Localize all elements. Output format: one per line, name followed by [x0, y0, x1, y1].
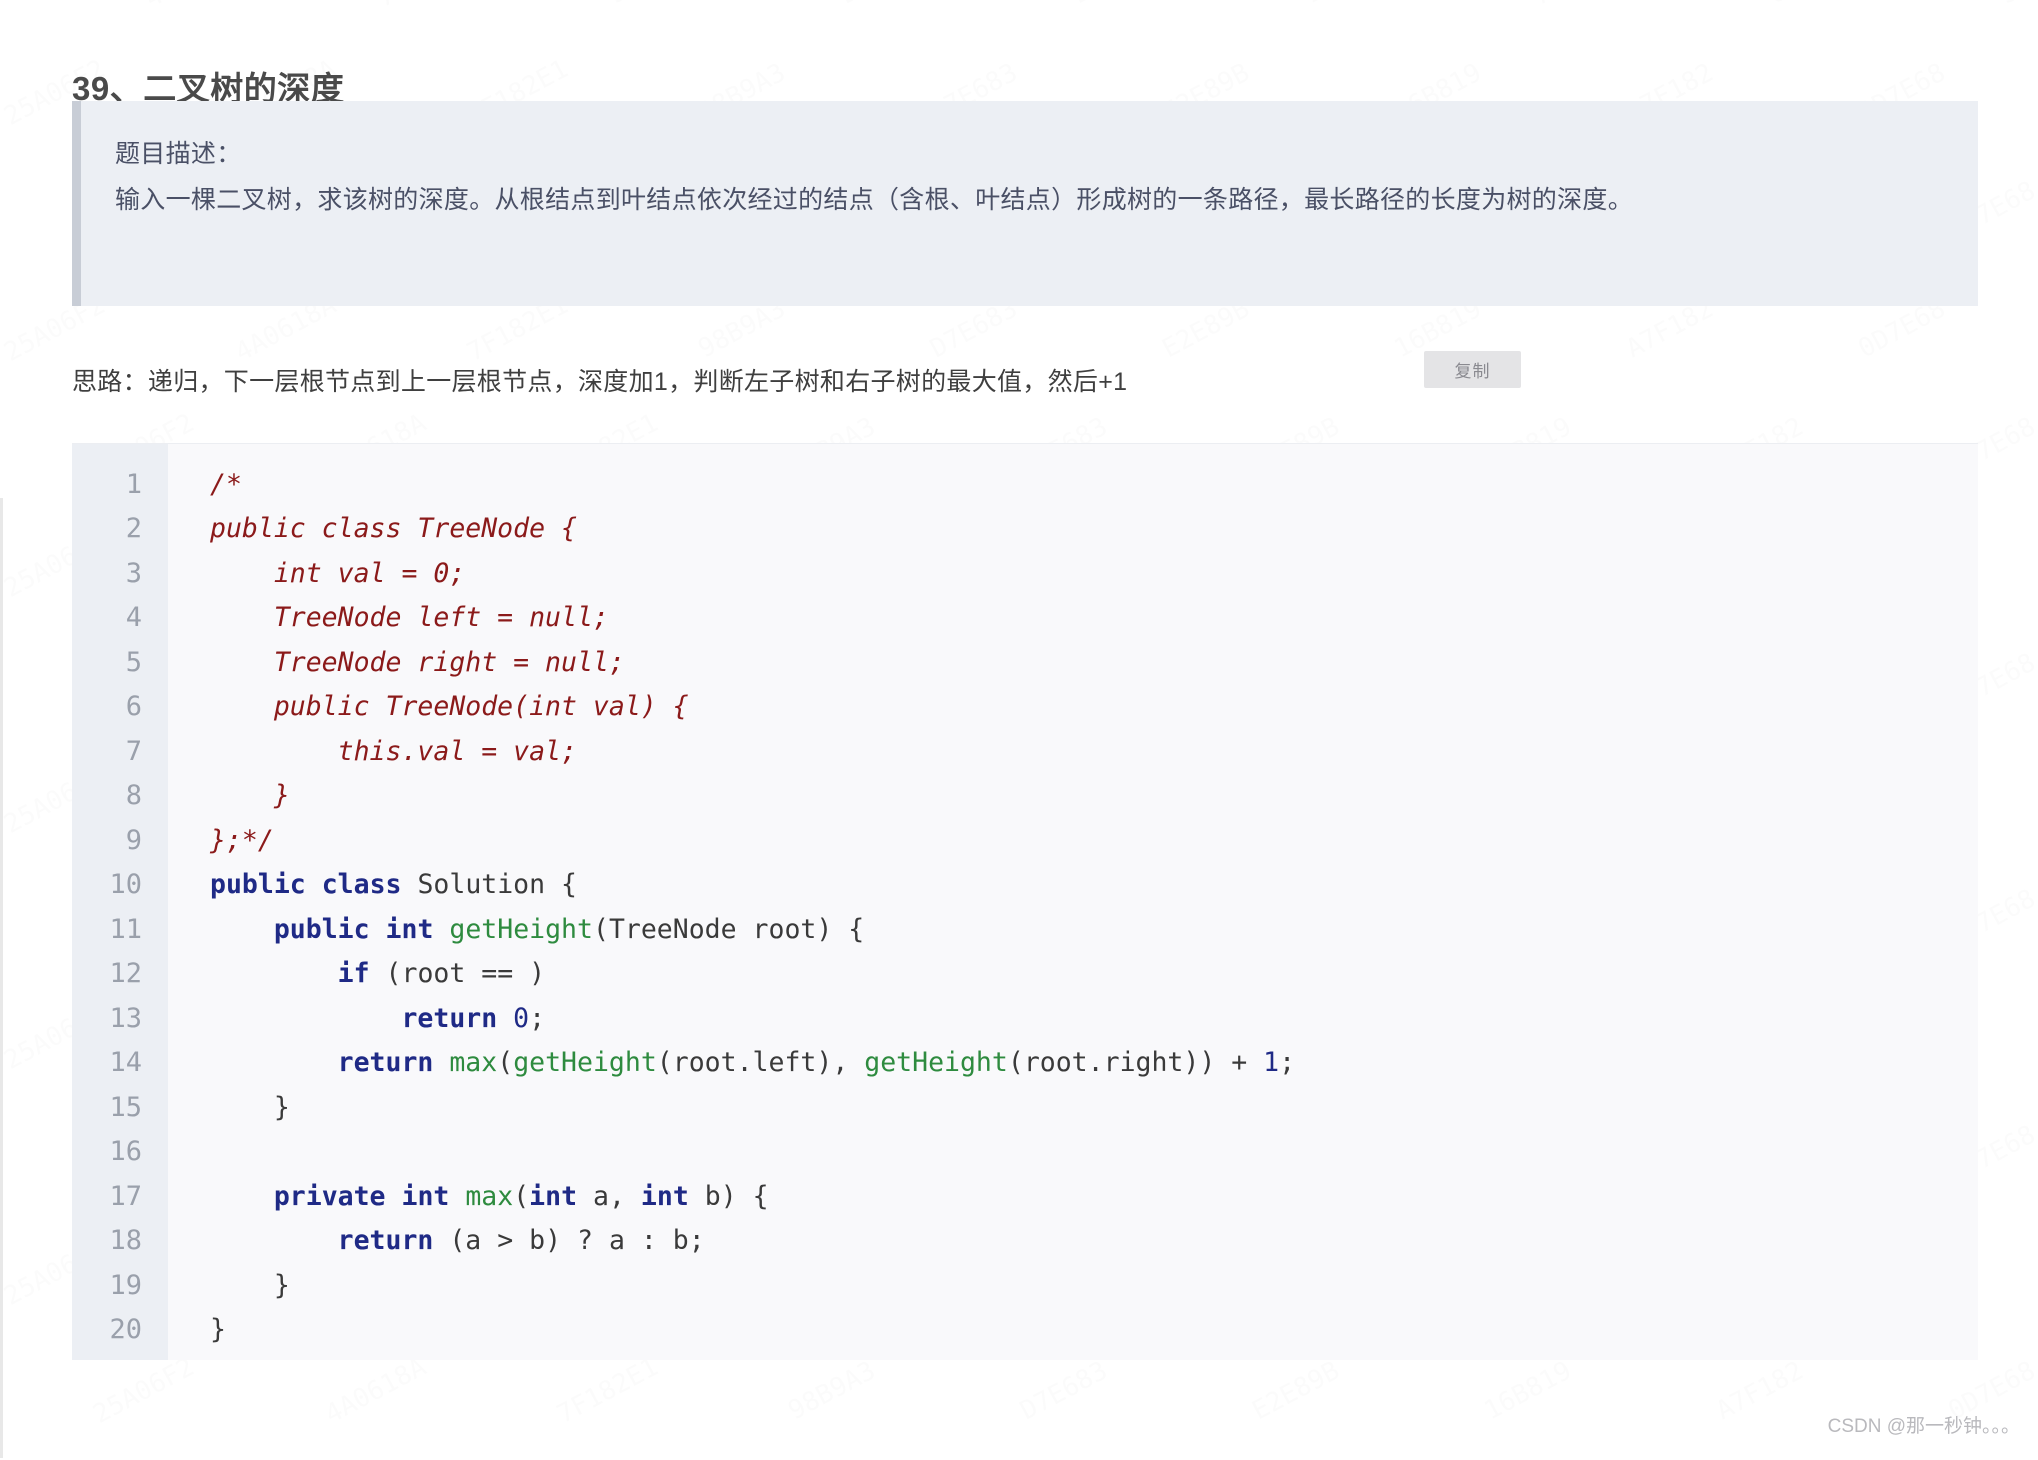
code-line-text — [168, 1136, 1978, 1167]
code-line-text: } — [210, 1269, 290, 1301]
line-number: 12 — [109, 958, 142, 990]
page-root: 25A06F24A0618A7F182E198B9A3D7E683E2E89B1… — [0, 0, 2038, 1460]
line-number: 15 — [109, 1091, 142, 1123]
code-line-text: this.val = val; — [210, 735, 577, 767]
line-number: 2 — [125, 513, 142, 545]
code-line: 9 };*/ — [72, 818, 1978, 863]
code-line: 13 return 0; — [72, 996, 1978, 1041]
line-number: 8 — [125, 780, 142, 812]
code-line-text: private int max(int a, int b) { — [273, 1180, 769, 1212]
code-line: 12 if (root == ) — [72, 952, 1978, 997]
code-line-text: int val = 0; — [210, 557, 466, 589]
code-block[interactable]: 1 /* 2 public class TreeNode { 3 int val = 0… — [72, 443, 1978, 1360]
code-line: 15 } — [72, 1085, 1978, 1130]
code-line-text: } — [210, 780, 290, 812]
line-number: 11 — [109, 913, 142, 945]
problem-description-label: 题目描述： — [115, 140, 242, 168]
code-line: 19 } — [72, 1263, 1978, 1308]
code-line-text: } — [210, 1314, 226, 1346]
line-number: 1 — [125, 468, 142, 500]
line-number: 4 — [125, 602, 142, 634]
code-line-text: /* — [210, 468, 242, 500]
code-line: 5 TreeNode right = null; — [72, 640, 1978, 685]
code-line: 8 } — [72, 774, 1978, 819]
code-line-text: if (root == ) — [337, 958, 546, 990]
code-line: 18 return (a > b) ? a : b; — [72, 1219, 1978, 1264]
line-number: 5 — [125, 646, 142, 678]
code-line: 17 private int max(int a, int b) { — [72, 1174, 1978, 1219]
line-number: 17 — [109, 1180, 142, 1212]
line-number: 3 — [125, 557, 142, 589]
line-number: 14 — [109, 1047, 142, 1079]
code-line: 16 — [72, 1130, 1978, 1175]
code-line-text: };*/ — [210, 824, 274, 856]
code-line-text: return 0; — [401, 1002, 546, 1034]
line-number: 16 — [109, 1136, 142, 1168]
code-line: 20} — [72, 1308, 1978, 1353]
code-lines-container: 1 /* 2 public class TreeNode { 3 int val = 0… — [72, 462, 1978, 1352]
page-edge-sliver — [0, 498, 3, 1458]
code-line-text: TreeNode left = null; — [210, 602, 609, 634]
code-line-text: public class TreeNode { — [210, 513, 577, 545]
code-line: 7 this.val = val; — [72, 729, 1978, 774]
problem-description-blockquote: 题目描述： 输入一棵二叉树，求该树的深度。从根结点到叶结点依次经过的结点（含根、… — [72, 101, 1978, 306]
code-line: 6 public TreeNode(int val) { — [72, 685, 1978, 730]
csdn-watermark: CSDN @那一秒钟。。。 — [1827, 1416, 2020, 1437]
code-line: 3 int val = 0; — [72, 551, 1978, 596]
code-line-text: TreeNode right = null; — [210, 646, 625, 678]
code-line: 14 return max(getHeight(root.left), getH… — [72, 1041, 1978, 1086]
code-line: 10 public class Solution { — [72, 863, 1978, 908]
code-line-text: } — [210, 1091, 290, 1123]
code-line: 1 /* — [72, 462, 1978, 507]
code-line: 2 public class TreeNode { — [72, 507, 1978, 552]
line-number: 18 — [109, 1225, 142, 1257]
line-number: 20 — [109, 1314, 142, 1346]
line-number: 19 — [109, 1269, 142, 1301]
copy-code-button[interactable]: 复制 — [1424, 351, 1521, 388]
line-number: 10 — [109, 869, 142, 901]
line-number: 13 — [109, 1002, 142, 1034]
solution-idea-text: 思路：递归，下一层根节点到上一层根节点，深度加1，判断左子树和右子树的最大值，然… — [72, 368, 1128, 396]
code-line-text: public int getHeight(TreeNode root) { — [273, 913, 865, 945]
code-line-text: return max(getHeight(root.left), getHeig… — [337, 1047, 1296, 1079]
problem-description-body: 输入一棵二叉树，求该树的深度。从根结点到叶结点依次经过的结点（含根、叶结点）形成… — [115, 186, 1634, 214]
code-line: 11 public int getHeight(TreeNode root) { — [72, 907, 1978, 952]
line-number: 7 — [125, 735, 142, 767]
code-line: 4 TreeNode left = null; — [72, 596, 1978, 641]
code-line-text: return (a > b) ? a : b; — [337, 1225, 705, 1257]
code-line-text: public TreeNode(int val) { — [210, 691, 689, 723]
line-number: 6 — [125, 691, 142, 723]
line-number: 9 — [125, 824, 142, 856]
code-line-text: public class Solution { — [210, 869, 578, 901]
